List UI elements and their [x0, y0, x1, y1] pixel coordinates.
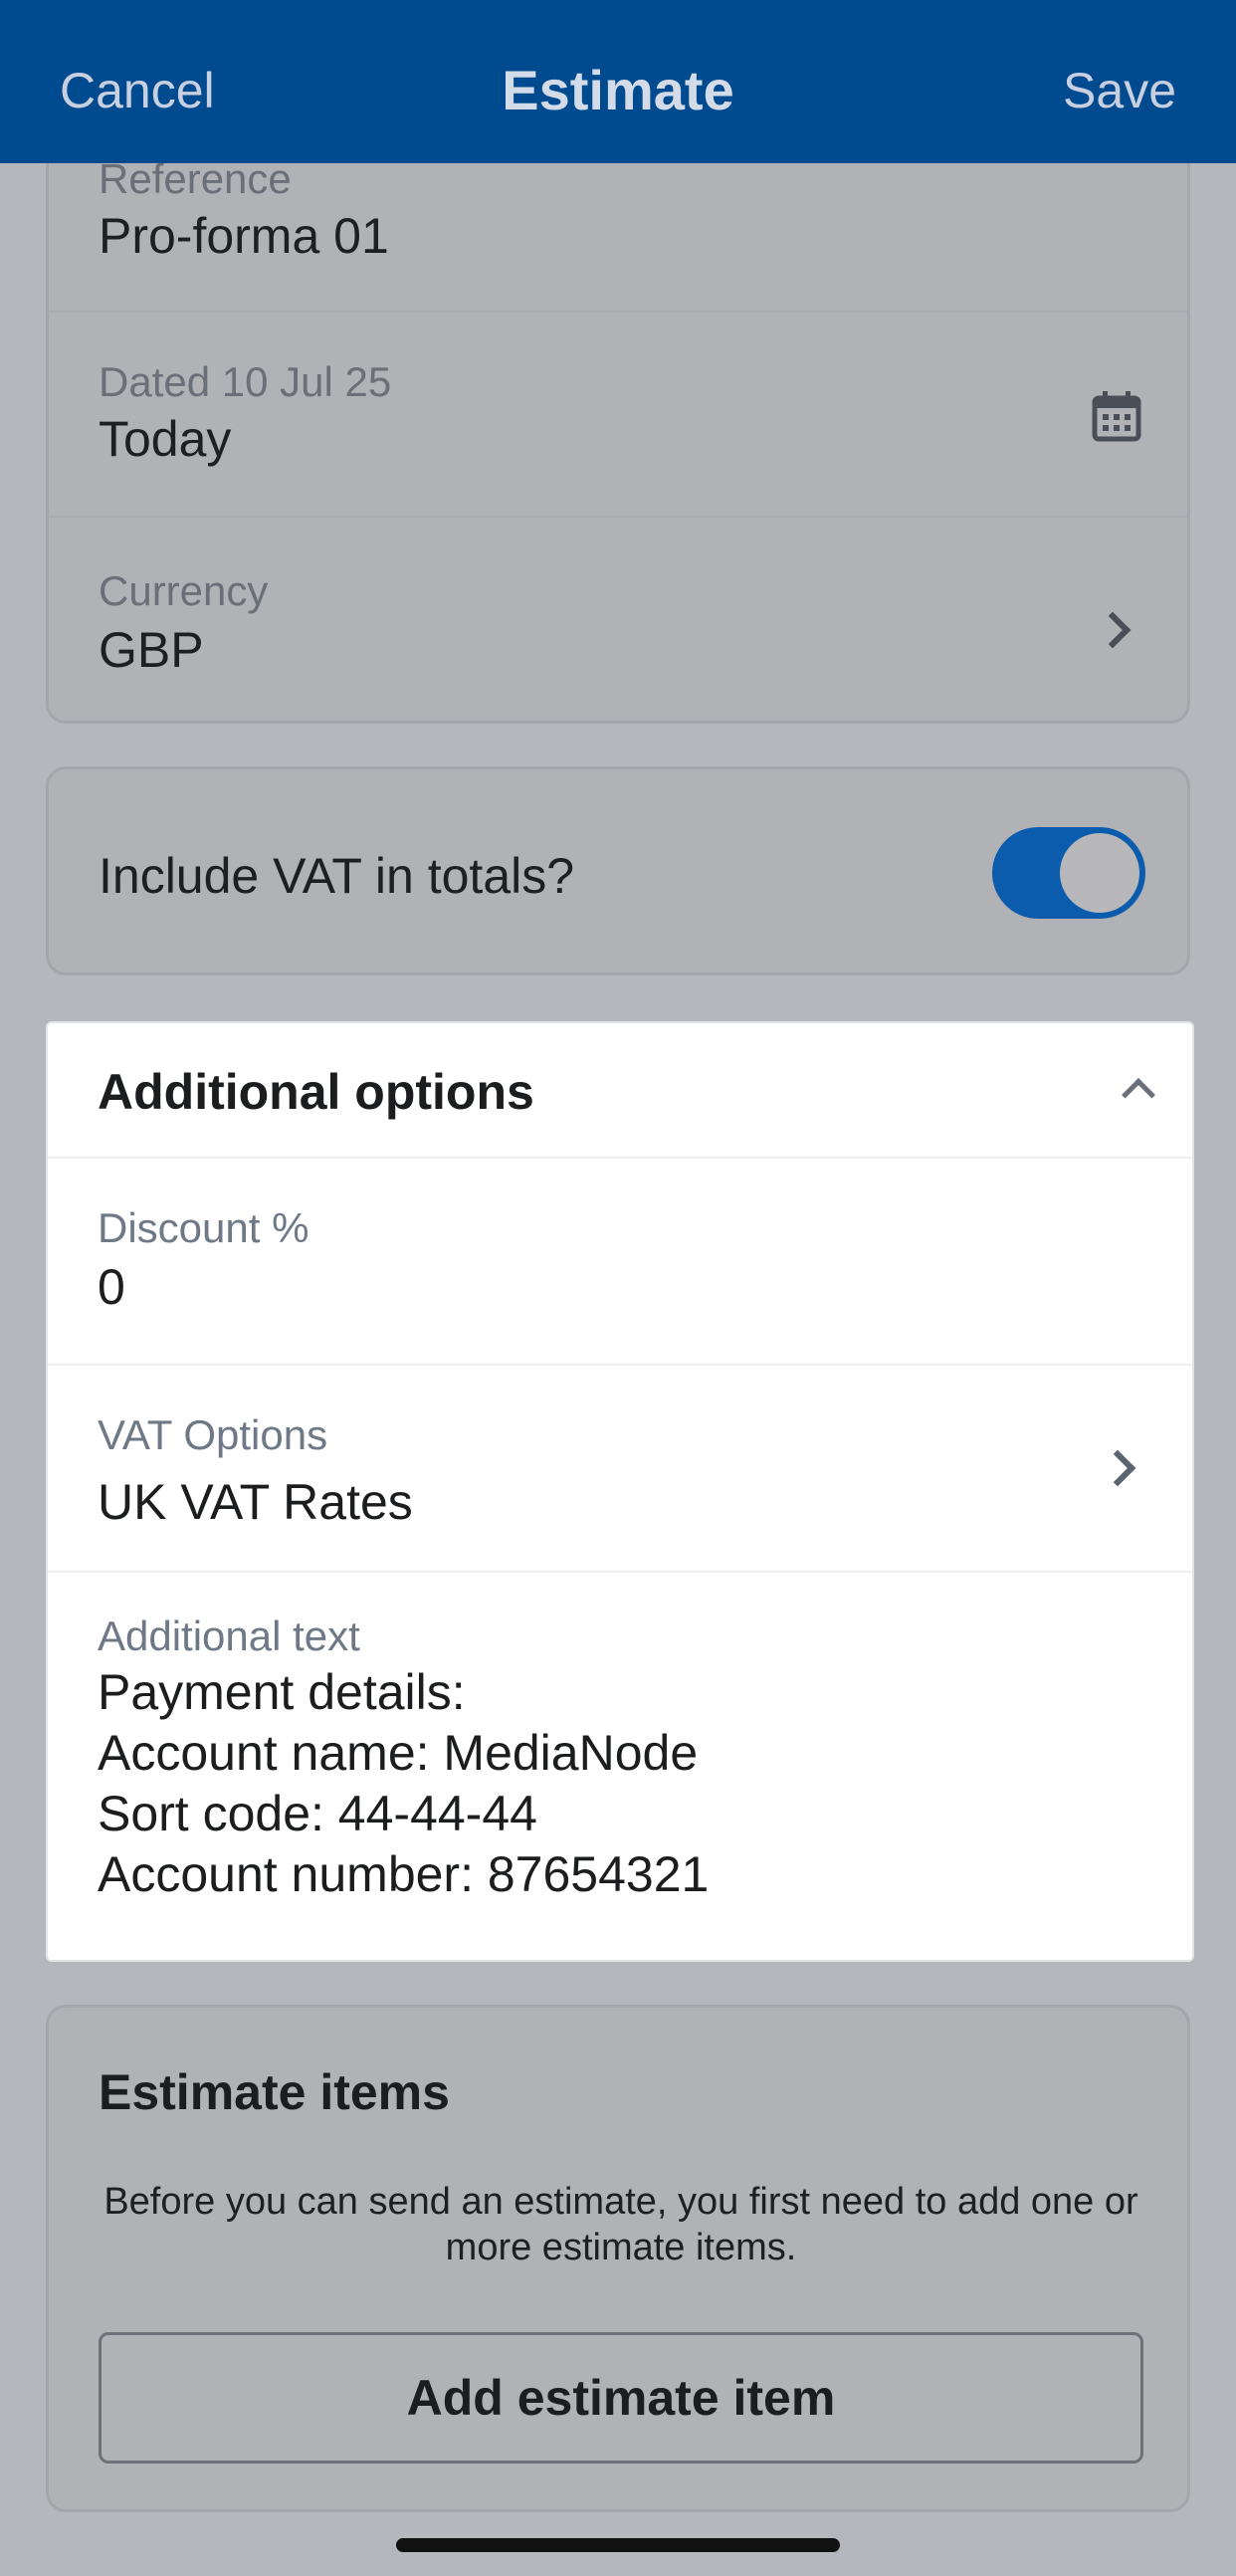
- chevron-up-icon[interactable]: [1122, 1078, 1155, 1112]
- additional-text-line: Payment details:: [98, 1664, 466, 1720]
- additional-options-panel: Additional options Discount % 0 VAT Opti…: [46, 1021, 1194, 1962]
- add-estimate-item-button[interactable]: Add estimate item: [99, 2332, 1143, 2464]
- additional-text-row[interactable]: Additional text Payment details: Account…: [48, 1573, 1192, 1962]
- currency-row[interactable]: Currency GBP: [49, 518, 1187, 721]
- vat-options-value: UK VAT Rates: [98, 1474, 413, 1530]
- include-vat-label: Include VAT in totals?: [99, 848, 575, 904]
- include-vat-toggle[interactable]: [992, 827, 1145, 919]
- navigation-bar: Cancel Estimate Save: [0, 0, 1236, 163]
- home-indicator[interactable]: [396, 2538, 840, 2552]
- estimate-items-title: Estimate items: [99, 2064, 450, 2120]
- currency-value: GBP: [99, 622, 204, 678]
- date-label: Dated 10 Jul 25: [99, 358, 392, 405]
- date-value: Today: [99, 411, 232, 467]
- chevron-right-icon: [1094, 611, 1132, 649]
- additional-text-line: Account number: 87654321: [98, 1846, 710, 1902]
- details-card: Reference Pro-forma 01 Dated 10 Jul 25 T…: [46, 109, 1190, 724]
- page-title: Estimate: [502, 59, 734, 121]
- vat-toggle-card: Include VAT in totals?: [46, 766, 1190, 975]
- vat-options-label: VAT Options: [98, 1411, 328, 1458]
- date-row[interactable]: Dated 10 Jul 25 Today: [49, 313, 1187, 518]
- vat-options-row[interactable]: VAT Options UK VAT Rates: [48, 1366, 1192, 1573]
- discount-row[interactable]: Discount % 0: [48, 1159, 1192, 1366]
- estimate-items-message: Before you can send an estimate, you fir…: [103, 2181, 1138, 2268]
- save-button[interactable]: Save: [1063, 62, 1176, 119]
- discount-label: Discount %: [98, 1204, 309, 1251]
- additional-text-line: Account name: MediaNode: [98, 1725, 699, 1781]
- chevron-right-icon: [1099, 1449, 1136, 1487]
- additional-options-title: Additional options: [98, 1064, 534, 1120]
- additional-text-label: Additional text: [98, 1612, 360, 1659]
- additional-text-line: Sort code: 44-44-44: [98, 1786, 537, 1841]
- reference-value: Pro-forma 01: [99, 208, 389, 264]
- additional-options-header[interactable]: Additional options: [48, 1023, 1192, 1159]
- calendar-icon[interactable]: [1092, 390, 1141, 442]
- currency-label: Currency: [99, 567, 269, 614]
- toggle-knob: [1060, 833, 1139, 913]
- estimate-items-card: Estimate items Before you can send an es…: [46, 2005, 1190, 2512]
- discount-value: 0: [98, 1259, 125, 1315]
